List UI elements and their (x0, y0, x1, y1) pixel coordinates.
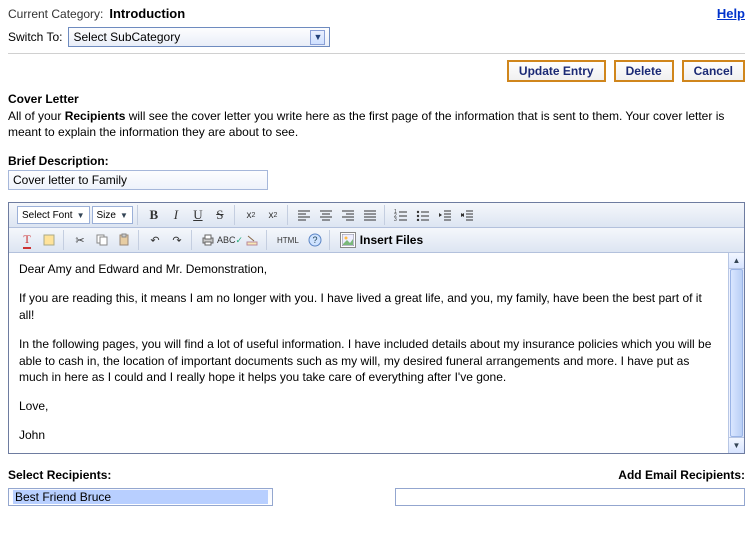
desc-prefix: All of your (8, 109, 65, 123)
ordered-list-button[interactable]: 123 (391, 205, 411, 225)
delete-button[interactable]: Delete (614, 60, 674, 82)
redo-button[interactable]: ↷ (167, 230, 187, 250)
editor-toolbar-row1: Select Font ▼ Size ▼ B I U S x2 x2 123 (9, 203, 744, 228)
text-color-button[interactable]: T (17, 230, 37, 250)
background-color-button[interactable] (39, 230, 59, 250)
insert-files-button[interactable]: Insert Files (336, 232, 427, 248)
scroll-track[interactable] (729, 269, 744, 437)
html-source-button[interactable]: HTML (273, 230, 303, 250)
letter-closing: Love, (19, 398, 718, 415)
letter-signature: John (19, 427, 718, 444)
current-category-value: Introduction (109, 6, 185, 21)
subcategory-select[interactable]: Select SubCategory ▼ (68, 27, 330, 47)
insert-files-label: Insert Files (360, 233, 423, 247)
update-entry-button[interactable]: Update Entry (507, 60, 606, 82)
cancel-button[interactable]: Cancel (682, 60, 745, 82)
font-select-label: Select Font (22, 210, 73, 221)
align-center-button[interactable] (316, 205, 336, 225)
editor-scrollbar[interactable]: ▲ ▼ (728, 253, 744, 453)
print-button[interactable] (198, 230, 218, 250)
add-email-recipients-label: Add Email Recipients: (395, 468, 745, 482)
switch-to-label: Switch To: (8, 30, 62, 44)
brief-description-input[interactable] (8, 170, 268, 190)
copy-button[interactable] (92, 230, 112, 250)
svg-text:?: ? (312, 235, 317, 245)
current-category-label: Current Category: (8, 7, 103, 21)
paste-button[interactable] (114, 230, 134, 250)
brief-description-label: Brief Description: (8, 154, 745, 168)
cover-letter-title: Cover Letter (8, 92, 745, 106)
rich-text-editor: Select Font ▼ Size ▼ B I U S x2 x2 123 (8, 202, 745, 454)
align-left-button[interactable] (294, 205, 314, 225)
help-link[interactable]: Help (717, 6, 745, 21)
cut-button[interactable]: ✂ (70, 230, 90, 250)
desc-bold: Recipients (65, 109, 126, 123)
remove-format-button[interactable] (242, 230, 262, 250)
letter-paragraph: If you are reading this, it means I am n… (19, 290, 718, 324)
subscript-button[interactable]: x2 (241, 205, 261, 225)
editor-toolbar-row2: T ✂ ↶ ↷ ABC✓ HTML ? Insert Files (9, 228, 744, 253)
chevron-down-icon: ▼ (120, 211, 128, 220)
undo-button[interactable]: ↶ (145, 230, 165, 250)
add-email-input[interactable] (395, 488, 745, 506)
recipient-option[interactable]: Best Friend Bruce (13, 490, 268, 504)
unordered-list-button[interactable] (413, 205, 433, 225)
svg-text:3: 3 (394, 217, 397, 221)
letter-greeting: Dear Amy and Edward and Mr. Demonstratio… (19, 261, 718, 278)
help-icon[interactable]: ? (305, 230, 325, 250)
letter-paragraph: In the following pages, you will find a … (19, 336, 718, 386)
scroll-thumb[interactable] (730, 269, 743, 437)
strikethrough-button[interactable]: S (210, 205, 230, 225)
size-select-label: Size (97, 210, 116, 221)
chevron-down-icon: ▼ (77, 211, 85, 220)
subcategory-selected: Select SubCategory (73, 30, 310, 44)
select-recipients-label: Select Recipients: (8, 468, 273, 482)
indent-button[interactable] (457, 205, 477, 225)
bold-button[interactable]: B (144, 205, 164, 225)
editor-textarea[interactable]: Dear Amy and Edward and Mr. Demonstratio… (9, 253, 728, 453)
align-justify-button[interactable] (360, 205, 380, 225)
spellcheck-button[interactable]: ABC✓ (220, 230, 240, 250)
cover-letter-description: All of your Recipients will see the cove… (8, 108, 745, 140)
chevron-down-icon: ▼ (310, 30, 325, 45)
superscript-button[interactable]: x2 (263, 205, 283, 225)
size-select[interactable]: Size ▼ (92, 206, 133, 224)
image-icon (340, 232, 356, 248)
font-select[interactable]: Select Font ▼ (17, 206, 90, 224)
scroll-down-icon[interactable]: ▼ (729, 437, 744, 453)
align-right-button[interactable] (338, 205, 358, 225)
recipients-listbox[interactable]: Best Friend Bruce (8, 488, 273, 506)
italic-button[interactable]: I (166, 205, 186, 225)
underline-button[interactable]: U (188, 205, 208, 225)
scroll-up-icon[interactable]: ▲ (729, 253, 744, 269)
outdent-button[interactable] (435, 205, 455, 225)
